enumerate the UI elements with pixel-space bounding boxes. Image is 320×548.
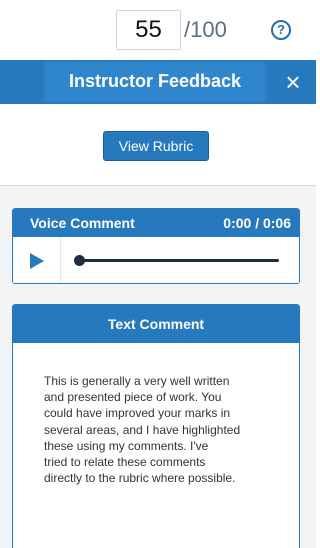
close-icon[interactable]: × — [270, 60, 316, 104]
voice-comment-header: Voice Comment 0:00 / 0:06 — [13, 209, 299, 237]
view-rubric-button[interactable]: View Rubric — [103, 131, 209, 161]
play-icon — [30, 253, 44, 269]
voice-comment-card: Voice Comment 0:00 / 0:06 — [12, 208, 300, 284]
play-button[interactable] — [13, 237, 61, 283]
text-comment-body: This is generally a very well written an… — [44, 374, 241, 486]
feedback-panel: 55 /100 ? Instructor Feedback × View Rub… — [0, 0, 316, 548]
text-comment-card: Text Comment This is generally a very we… — [12, 304, 300, 548]
grade-max-label: /100 — [184, 17, 227, 42]
text-comment-title: Text Comment — [13, 305, 299, 343]
audio-progress-track[interactable] — [79, 259, 279, 262]
audio-progress-handle[interactable] — [74, 255, 85, 266]
header-bar: Instructor Feedback × — [0, 60, 316, 104]
rubric-section: View Rubric — [0, 104, 316, 186]
grade-row: 55 /100 ? — [0, 0, 316, 60]
audio-player — [13, 237, 299, 283]
voice-comment-time: 0:00 / 0:06 — [223, 215, 291, 231]
panel-title: Instructor Feedback — [42, 60, 268, 104]
voice-comment-title: Voice Comment — [30, 215, 135, 231]
grade-input[interactable]: 55 — [116, 10, 181, 50]
help-icon[interactable]: ? — [271, 20, 291, 40]
